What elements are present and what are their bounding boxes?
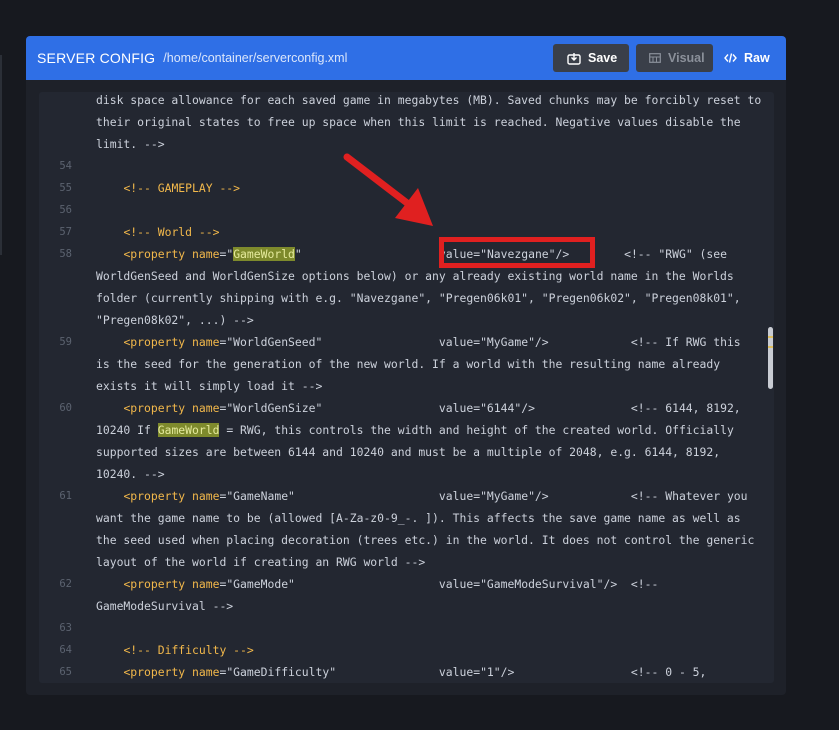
annotation-arrow xyxy=(343,153,433,226)
